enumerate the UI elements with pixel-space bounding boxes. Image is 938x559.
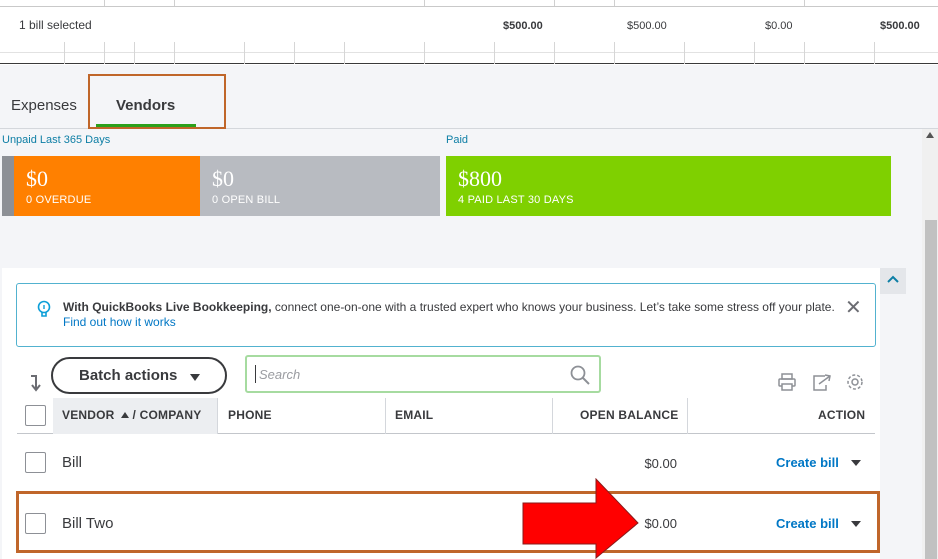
chevron-up-icon	[887, 275, 899, 283]
grid-line	[134, 42, 135, 64]
column-header-open-balance[interactable]: OPEN BALANCE	[580, 408, 678, 422]
scrollbar-thumb[interactable]	[925, 220, 937, 559]
annotation-box	[16, 491, 880, 553]
grid-line	[554, 42, 555, 64]
grid-line	[754, 42, 755, 64]
open-balance: $0.00	[644, 456, 677, 471]
export-icon[interactable]	[811, 372, 833, 392]
banner-bold-text: With QuickBooks Live Bookkeeping,	[63, 300, 272, 314]
row-checkbox[interactable]	[25, 452, 46, 473]
sort-ascending-icon	[120, 412, 129, 418]
find-out-how-link[interactable]: Find out how it works	[63, 315, 176, 329]
column-header-vendor[interactable]: VENDOR / COMPANY	[62, 408, 201, 422]
vendor-name[interactable]: Bill	[62, 454, 82, 471]
total-amount: $500.00	[627, 20, 667, 32]
total-amount: $500.00	[880, 20, 920, 32]
caret-down-icon	[190, 374, 200, 381]
collapse-button[interactable]	[880, 268, 906, 294]
annotation-box	[88, 74, 226, 129]
grid-line	[614, 42, 615, 64]
total-amount: $0.00	[765, 20, 793, 32]
column-divider	[217, 398, 218, 434]
scroll-up-arrow-icon[interactable]	[926, 132, 934, 138]
bills-selected-count: 1 bill selected	[19, 18, 92, 32]
grid-line	[0, 52, 938, 53]
search-input[interactable]	[255, 365, 555, 383]
open-bill-caption: 0 OPEN BILL	[212, 194, 281, 206]
tab-expenses[interactable]: Expenses	[11, 97, 77, 114]
grid-line	[174, 42, 175, 64]
grid-line	[494, 42, 495, 64]
table-header: VENDOR / COMPANY PHONE EMAIL OPEN BALANCE…	[17, 398, 875, 434]
banner-message: With QuickBooks Live Bookkeeping, connec…	[63, 300, 843, 330]
paid-bar[interactable]: $800 4 PAID LAST 30 DAYS	[446, 156, 891, 216]
grid-line	[64, 42, 65, 64]
print-icon[interactable]	[777, 372, 797, 392]
paid-label: Paid	[446, 134, 469, 146]
grid-line	[804, 42, 805, 64]
grid-line	[874, 42, 875, 64]
gear-icon[interactable]	[845, 372, 865, 392]
create-bill-link[interactable]: Create bill	[776, 455, 839, 470]
open-bill-bar[interactable]: $0 0 OPEN BILL	[200, 156, 440, 216]
batch-actions-button[interactable]: Batch actions	[51, 357, 227, 394]
column-divider	[385, 398, 386, 434]
overdue-caption: 0 OVERDUE	[26, 194, 92, 206]
grid-line	[244, 42, 245, 64]
banner-body-text: connect one-on-one with a trusted expert…	[271, 300, 835, 314]
red-arrow-icon	[522, 478, 639, 559]
close-icon[interactable]: ✕	[845, 298, 862, 318]
grid-line	[424, 42, 425, 64]
batch-actions-label: Batch actions	[79, 367, 178, 384]
grid-line	[0, 6, 938, 7]
total-amount: $500.00	[503, 20, 543, 32]
search-box[interactable]	[245, 355, 601, 393]
column-header-phone[interactable]: PHONE	[228, 408, 272, 422]
column-header-email[interactable]: EMAIL	[395, 408, 433, 422]
column-header-action: ACTION	[818, 408, 866, 422]
column-divider	[552, 398, 553, 434]
live-bookkeeping-banner: With QuickBooks Live Bookkeeping, connec…	[16, 283, 876, 347]
grid-line	[684, 42, 685, 64]
unpaid-label: Unpaid Last 365 Days	[2, 134, 111, 146]
grid-line	[344, 42, 345, 64]
table-row[interactable]: Bill $0.00 Create bill	[17, 434, 875, 492]
vendor-header-label: VENDOR	[62, 408, 115, 422]
action-dropdown-icon[interactable]	[851, 460, 861, 466]
sort-arrow-icon[interactable]	[28, 374, 44, 392]
paid-amount: $800	[458, 166, 502, 191]
grid-line	[294, 42, 295, 64]
company-header-label: / COMPANY	[132, 408, 202, 422]
column-divider	[687, 398, 688, 434]
overdue-bar[interactable]: $0 0 OVERDUE	[14, 156, 200, 216]
selection-summary-strip: 1 bill selected $500.00 $500.00 $0.00 $5…	[0, 0, 938, 64]
overdue-amount: $0	[26, 166, 48, 191]
select-all-checkbox[interactable]	[25, 405, 46, 426]
money-bar-segment	[2, 156, 14, 216]
paid-caption: 4 PAID LAST 30 DAYS	[458, 194, 574, 206]
lightbulb-icon	[37, 300, 51, 317]
open-bill-amount: $0	[212, 166, 234, 191]
search-icon[interactable]	[569, 364, 591, 386]
grid-line	[104, 42, 105, 64]
